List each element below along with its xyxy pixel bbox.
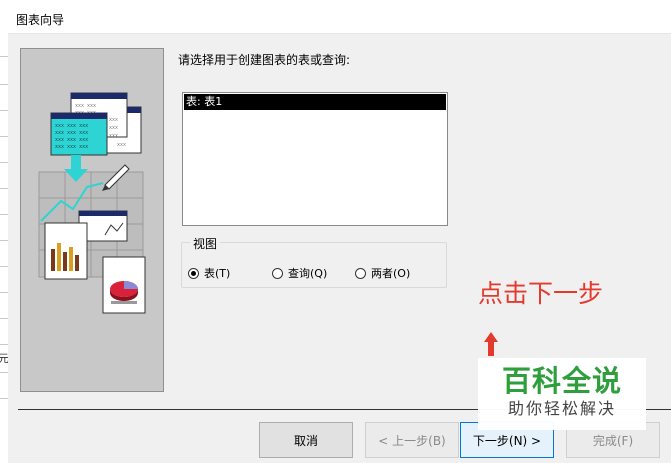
svg-text:xxx: xxx [109, 125, 118, 131]
radio-both[interactable]: 两者(O) [355, 265, 410, 281]
radio-queries-label: 查询(Q) [288, 267, 328, 280]
svg-text:xxx xxx xxx: xxx xxx xxx [55, 144, 88, 150]
svg-text:xxx xxx: xxx xxx [75, 103, 96, 109]
radio-queries[interactable]: 查询(Q) [272, 265, 327, 281]
radio-unselected-icon [272, 267, 283, 279]
svg-text:xxx xxx xxx: xxx xxx xxx [55, 130, 88, 136]
window-title: 图表向导 [16, 13, 65, 27]
watermark-subtitle: 助你轻松解决 [507, 399, 616, 418]
view-group-legend: 视图 [190, 235, 221, 252]
table-query-listbox[interactable]: 表: 表1 [182, 92, 448, 226]
watermark: 百科全说 助你轻松解决 [478, 358, 646, 430]
list-item[interactable]: 表: 表1 [184, 94, 446, 110]
svg-text:xxx: xxx [109, 133, 118, 139]
radio-tables[interactable]: 表(T) [188, 265, 230, 281]
radio-both-label: 两者(O) [371, 267, 411, 280]
view-group: 视图 表(T) 查询(Q) 两者(O) [181, 235, 447, 288]
title-bar[interactable]: 图表向导 [8, 0, 671, 34]
svg-text:xxx: xxx [109, 117, 118, 123]
chart-wizard-image: xxx xxx xxx xxx xxx xxx xxx xxx xxx xxx xxx x… [38, 92, 146, 314]
svg-text:xxx: xxx [117, 142, 126, 148]
radio-tables-label: 表(T) [204, 267, 231, 280]
wizard-illustration: xxx xxx xxx xxx xxx xxx xxx xxx xxx xxx xxx x… [20, 48, 164, 392]
radio-selected-icon [188, 267, 199, 279]
cancel-button[interactable]: 取消 [259, 422, 353, 458]
back-button[interactable]: < 上一步(B) [365, 422, 459, 458]
svg-text:xxx xxx xxx: xxx xxx xxx [55, 123, 88, 129]
arrow-up-icon [484, 332, 498, 356]
svg-text:xxx xxx xxx: xxx xxx xxx [55, 137, 88, 143]
radio-unselected-icon [355, 267, 366, 279]
watermark-title: 百科全说 [501, 364, 622, 398]
prompt-label: 请选择用于创建图表的表或查询: [178, 53, 351, 67]
annotation-text: 点击下一步 [478, 279, 604, 308]
